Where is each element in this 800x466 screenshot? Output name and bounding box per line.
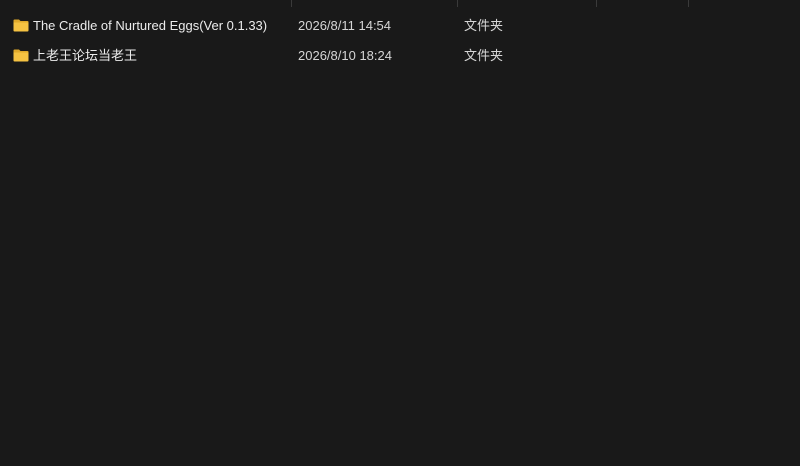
file-type: 文件夹 bbox=[464, 18, 504, 33]
file-row[interactable]: The Cradle of Nurtured Eggs(Ver 0.1.33) … bbox=[0, 11, 800, 41]
file-row[interactable]: 上老王论坛当老王 2026/8/10 18:24 文件夹 bbox=[0, 41, 800, 71]
file-name: 上老王论坛当老王 bbox=[33, 48, 138, 63]
folder-icon bbox=[13, 19, 29, 32]
column-divider-date[interactable] bbox=[457, 0, 458, 7]
column-header-dividers bbox=[0, 0, 800, 7]
file-date-modified: 2026/8/11 14:54 bbox=[298, 18, 392, 33]
file-name: The Cradle of Nurtured Eggs(Ver 0.1.33) bbox=[33, 18, 268, 33]
file-list-pane: The Cradle of Nurtured Eggs(Ver 0.1.33) … bbox=[0, 0, 800, 466]
file-type: 文件夹 bbox=[464, 48, 504, 63]
folder-icon bbox=[13, 49, 29, 62]
column-divider-name[interactable] bbox=[291, 0, 292, 7]
column-divider-type[interactable] bbox=[596, 0, 597, 7]
column-divider-size[interactable] bbox=[688, 0, 689, 7]
file-rows: The Cradle of Nurtured Eggs(Ver 0.1.33) … bbox=[0, 11, 800, 71]
file-date-modified: 2026/8/10 18:24 bbox=[298, 48, 392, 63]
